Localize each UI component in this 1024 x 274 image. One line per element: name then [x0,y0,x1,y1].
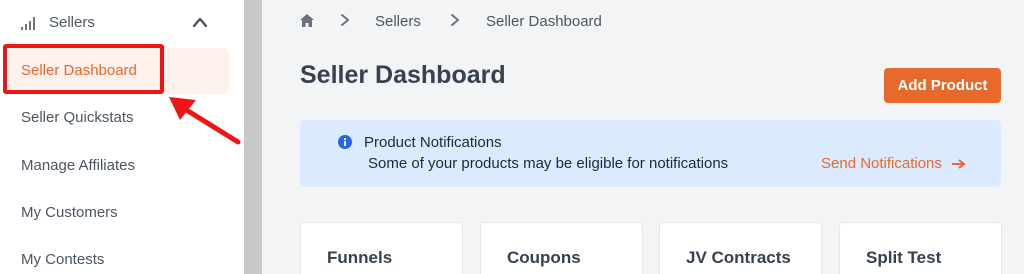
sidebar-item-label: My Contests [21,251,105,268]
sidebar-divider [244,0,262,274]
add-product-button[interactable]: Add Product [884,68,1001,103]
sidebar-item-my-contests[interactable]: My Contests [0,237,244,274]
card-coupons[interactable]: Coupons [480,222,643,274]
sidebar-section-sellers[interactable]: Sellers [0,0,244,48]
chevron-right-icon [341,14,349,26]
sidebar: Sellers Seller Dashboard Seller Quicksta… [0,0,244,274]
chevron-right-icon [451,14,459,26]
card-title: JV Contracts [686,248,791,267]
sidebar-item-label: My Customers [21,204,118,221]
sidebar-item-seller-dashboard[interactable]: Seller Dashboard [0,48,244,94]
info-icon [338,135,352,149]
card-title: Funnels [327,248,393,267]
card-title: Split Test [866,248,942,267]
breadcrumb-seller-dashboard: Seller Dashboard [486,13,602,30]
card-jv-contracts[interactable]: JV Contracts [659,222,822,274]
sidebar-item-label: Seller Quickstats [21,109,134,126]
notification-banner: Product Notifications Some of your produ… [300,120,1001,187]
card-title: Coupons [507,248,581,267]
sidebar-item-seller-quickstats[interactable]: Seller Quickstats [0,95,244,141]
send-notifications-link[interactable]: Send Notifications [821,155,966,172]
page-title: Seller Dashboard [300,61,506,89]
chevron-up-icon[interactable] [192,16,208,28]
breadcrumb-sellers[interactable]: Sellers [375,13,421,30]
sidebar-section-title: Sellers [49,14,95,31]
send-notifications-label: Send Notifications [821,155,942,172]
notification-text: Some of your products may be eligible fo… [368,155,729,172]
card-split-test[interactable]: Split Test [839,222,1002,274]
card-funnels[interactable]: Funnels [300,222,463,274]
home-icon[interactable] [300,14,314,27]
sidebar-item-manage-affiliates[interactable]: Manage Affiliates [0,143,244,189]
signal-bars-icon [21,17,35,30]
arrow-right-icon [952,159,966,169]
sidebar-item-my-customers[interactable]: My Customers [0,190,244,236]
sidebar-item-label: Manage Affiliates [21,157,135,174]
sidebar-item-label: Seller Dashboard [21,62,137,79]
main-content: Sellers Seller Dashboard Seller Dashboar… [262,0,1024,274]
notification-title: Product Notifications [364,134,502,151]
